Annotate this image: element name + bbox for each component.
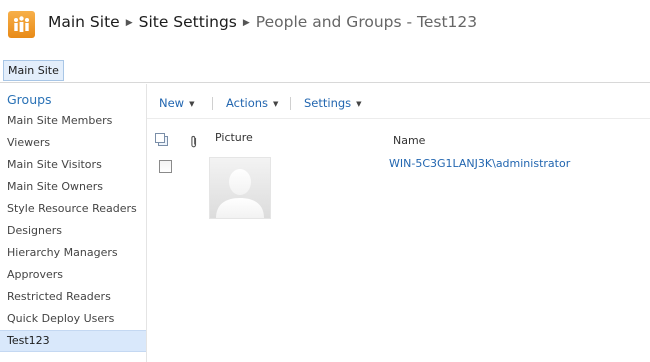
groups-heading[interactable]: Groups xyxy=(7,92,52,107)
settings-menu-label: Settings xyxy=(304,96,352,110)
sidebar-item-style-resource-readers[interactable]: Style Resource Readers xyxy=(7,199,137,219)
actions-menu[interactable]: Actions ▼ xyxy=(226,96,278,110)
row-select-checkbox[interactable] xyxy=(159,160,172,173)
breadcrumb-separator-icon: ▶ xyxy=(242,18,250,28)
sidebar-item-approvers[interactable]: Approvers xyxy=(7,265,63,285)
user-name-link[interactable]: WIN-5C3G1LANJ3K\administrator xyxy=(389,157,570,170)
quick-launch: Groups Main Site Members Viewers Main Si… xyxy=(0,84,147,362)
settings-menu[interactable]: Settings ▼ xyxy=(304,96,362,110)
paperclip-icon xyxy=(190,133,198,152)
sidebar-item-main-site-members[interactable]: Main Site Members xyxy=(7,111,112,131)
sidebar-item-designers[interactable]: Designers xyxy=(7,221,62,241)
chevron-down-icon: ▼ xyxy=(273,100,279,108)
page-title: People and Groups - Test123 xyxy=(255,13,478,31)
sidebar-item-test123[interactable]: Test123 xyxy=(0,330,146,352)
sidebar-item-quick-deploy-users[interactable]: Quick Deploy Users xyxy=(7,309,114,329)
new-menu[interactable]: New ▼ xyxy=(159,96,194,110)
tab-main-site[interactable]: Main Site xyxy=(3,60,64,81)
breadcrumb-site-link[interactable]: Main Site xyxy=(48,13,120,31)
toolbar-divider xyxy=(290,97,291,110)
select-all-icon[interactable] xyxy=(155,132,169,151)
sidebar-item-restricted-readers[interactable]: Restricted Readers xyxy=(7,287,111,307)
column-header-picture[interactable]: Picture xyxy=(215,131,253,144)
chevron-down-icon: ▼ xyxy=(356,100,362,108)
toolbar-divider xyxy=(212,97,213,110)
sidebar-item-main-site-owners[interactable]: Main Site Owners xyxy=(7,177,103,197)
person-silhouette-icon xyxy=(209,157,271,219)
site-logo-icon[interactable] xyxy=(8,11,35,38)
page-header: Main Site ▶ Site Settings ▶ People and G… xyxy=(0,0,650,52)
sidebar-item-main-site-visitors[interactable]: Main Site Visitors xyxy=(7,155,102,175)
column-header-name[interactable]: Name xyxy=(393,134,425,147)
sidebar-item-viewers[interactable]: Viewers xyxy=(7,133,50,153)
chevron-down-icon: ▼ xyxy=(189,100,195,108)
actions-menu-label: Actions xyxy=(226,96,269,110)
new-menu-label: New xyxy=(159,96,185,110)
list-toolbar: New ▼ Actions ▼ Settings ▼ xyxy=(147,84,650,119)
top-navigation: Main Site xyxy=(0,56,650,83)
breadcrumb-separator-icon: ▶ xyxy=(125,18,133,28)
breadcrumb: Main Site ▶ Site Settings ▶ People and G… xyxy=(48,10,477,34)
breadcrumb-settings-link[interactable]: Site Settings xyxy=(139,13,237,31)
sidebar-item-hierarchy-managers[interactable]: Hierarchy Managers xyxy=(7,243,118,263)
